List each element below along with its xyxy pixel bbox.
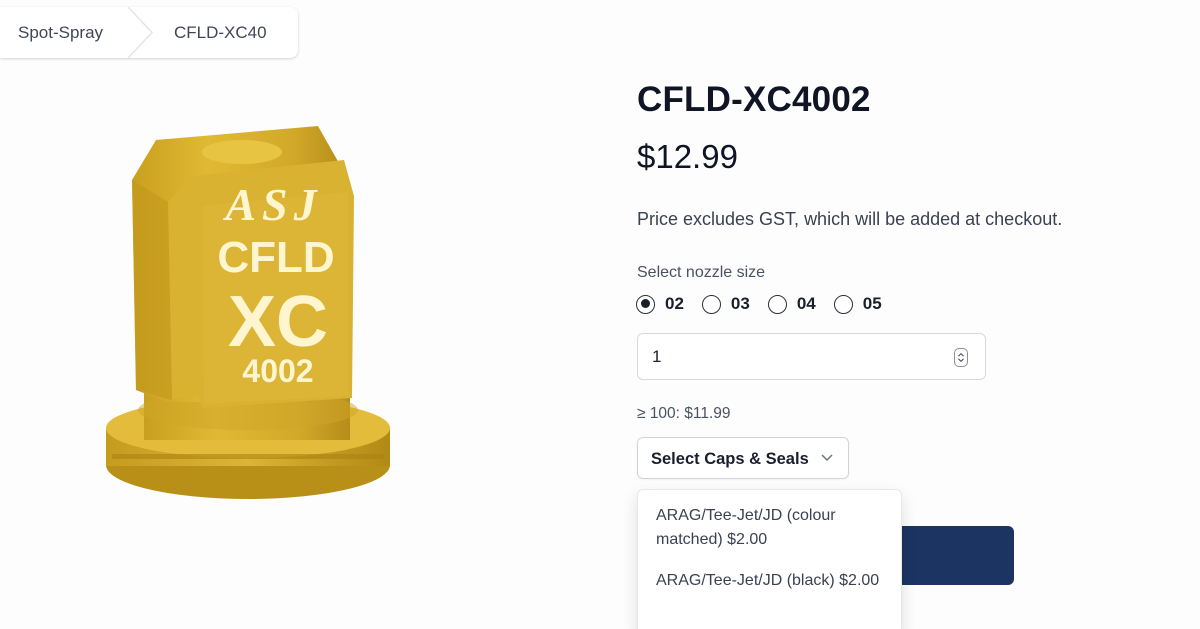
caps-seals-option-colour-matched[interactable]: ARAG/Tee-Jet/JD (colour matched) $2.00 xyxy=(656,504,892,552)
nozzle-size-option-label: 04 xyxy=(796,294,816,313)
caps-seals-option-black[interactable]: ARAG/Tee-Jet/JD (black) $2.00 xyxy=(656,569,892,593)
breadcrumb-separator-icon xyxy=(127,7,154,58)
quantity-value: 1 xyxy=(652,347,662,366)
image-line2-text: XC xyxy=(228,282,328,362)
radio-button-checked[interactable] xyxy=(636,294,655,314)
breadcrumb-item-current[interactable]: CFLD-XC40 xyxy=(174,7,267,58)
image-brand-text: ASJ xyxy=(222,179,322,230)
nozzle-size-option-02[interactable]: 02 xyxy=(636,294,684,314)
breadcrumb: Spot-Spray CFLD-XC40 xyxy=(0,7,298,58)
radio-button[interactable] xyxy=(833,294,853,314)
gst-note: Price excludes GST, which will be added … xyxy=(637,209,1063,229)
quantity-stepper-icon[interactable] xyxy=(954,348,968,367)
nozzle-size-option-05[interactable]: 05 xyxy=(833,294,882,314)
tier-price-note: ≥ 100: $11.99 xyxy=(637,405,731,422)
breadcrumb-item-spot-spray[interactable]: Spot-Spray xyxy=(18,7,103,58)
nozzle-size-option-03[interactable]: 03 xyxy=(701,294,750,314)
product-title: CFLD-XC4002 xyxy=(637,80,871,119)
nozzle-size-option-label: 03 xyxy=(730,294,750,313)
product-image: ASJ CFLD XC 4002 xyxy=(106,126,390,499)
image-line1-text: CFLD xyxy=(217,233,334,282)
radio-button[interactable] xyxy=(701,294,721,314)
product-price: $12.99 xyxy=(637,138,738,175)
caps-seals-dropdown-menu: ARAG/Tee-Jet/JD (colour matched) $2.00 A… xyxy=(637,489,902,629)
nozzle-size-option-label: 02 xyxy=(665,294,684,313)
nozzle-size-option-label: 05 xyxy=(862,294,882,313)
nozzle-size-label: Select nozzle size xyxy=(637,264,766,281)
image-line3-text: 4002 xyxy=(242,353,313,389)
radio-button[interactable] xyxy=(767,294,787,314)
quantity-input[interactable]: 1 xyxy=(637,333,986,380)
nozzle-size-radio-group: 02 03 04 05 xyxy=(636,293,900,315)
caps-seals-select-label: Select Caps & Seals xyxy=(651,450,809,468)
chevron-down-icon xyxy=(821,454,833,462)
add-to-cart-button[interactable] xyxy=(890,526,1014,585)
caps-seals-select[interactable]: Select Caps & Seals xyxy=(637,437,849,479)
nozzle-size-option-04[interactable]: 04 xyxy=(767,294,816,314)
